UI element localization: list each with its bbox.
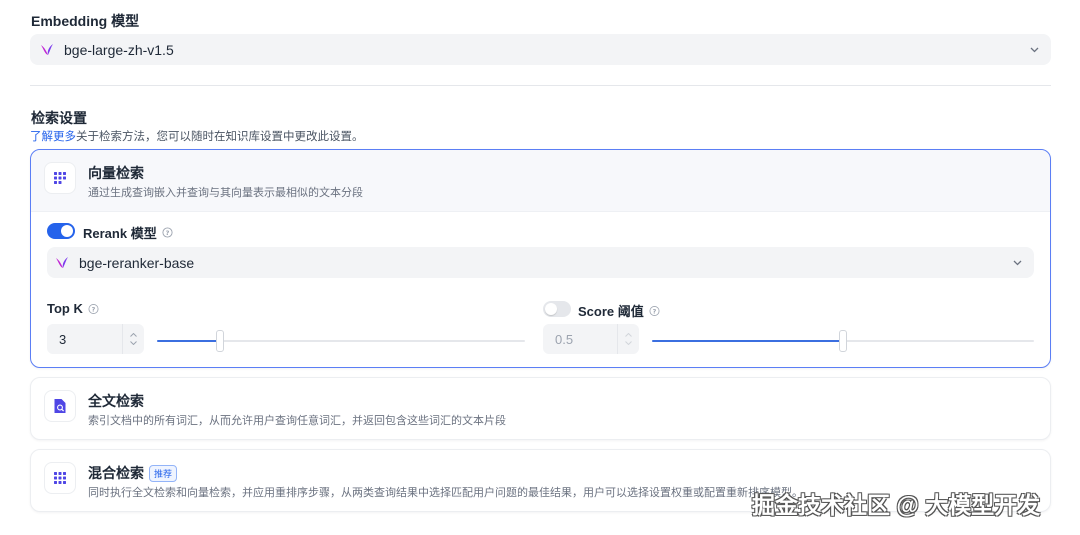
help-circle-icon[interactable]: ?: [162, 227, 173, 238]
rerank-label: Rerank 模型 ?: [83, 223, 173, 242]
hybrid-search-title-text: 混合检索: [88, 465, 144, 481]
watermark: 掘金技术社区 @ 大模型开发: [752, 492, 1041, 518]
score-threshold-toggle[interactable]: [543, 301, 571, 317]
embedding-model-value: bge-large-zh-v1.5: [64, 41, 174, 58]
svg-text:?: ?: [652, 307, 656, 315]
chevron-up-icon: [625, 333, 632, 337]
score-threshold-input[interactable]: 0.5: [543, 324, 639, 354]
grid-dots-icon: [44, 462, 76, 494]
model-logo-icon: [53, 254, 71, 272]
rerank-label-text: Rerank 模型: [83, 226, 157, 241]
fulltext-search-card[interactable]: 全文检索 索引文档中的所有词汇，从而允许用户查询任意词汇，并返回包含这些词汇的文…: [30, 377, 1051, 440]
model-logo-icon: [38, 41, 56, 59]
top-k-label: Top K ?: [47, 301, 99, 316]
fulltext-search-header[interactable]: 全文检索 索引文档中的所有词汇，从而允许用户查询任意词汇，并返回包含这些词汇的文…: [31, 378, 1050, 440]
vector-search-description: 通过生成查询嵌入并查询与其向量表示最相似的文本分段: [88, 187, 363, 199]
score-threshold-stepper[interactable]: [617, 324, 639, 354]
learn-more-link[interactable]: 了解更多: [30, 131, 76, 143]
grid-dots-icon: [44, 162, 76, 194]
embedding-title: Embedding 模型: [31, 13, 140, 29]
help-circle-icon[interactable]: ?: [649, 305, 660, 316]
retrieval-description-text: 关于检索方法，您可以随时在知识库设置中更改此设置。: [76, 131, 364, 143]
document-search-icon: [44, 390, 76, 422]
section-divider: [30, 85, 1051, 86]
retrieval-description: 了解更多关于检索方法，您可以随时在知识库设置中更改此设置。: [30, 128, 364, 144]
chevron-down-icon: [1029, 45, 1039, 55]
score-threshold-value: 0.5: [555, 332, 574, 347]
top-k-value: 3: [59, 332, 67, 347]
retrieval-title: 检索设置: [31, 110, 87, 126]
hybrid-search-description: 同时执行全文检索和向量检索，并应用重排序步骤，从两类查询结果中选择匹配用户问题的…: [88, 487, 803, 499]
slider-thumb[interactable]: [216, 330, 224, 352]
recommended-badge: 推荐: [149, 464, 178, 482]
chevron-down-icon: [130, 341, 137, 345]
top-k-stepper[interactable]: [122, 324, 144, 354]
slider-fill: [157, 340, 220, 342]
chevron-down-icon: [1012, 258, 1022, 268]
slider-thumb[interactable]: [839, 330, 847, 352]
score-threshold-label-text: Score 阈值: [578, 304, 644, 319]
rerank-toggle[interactable]: [47, 223, 75, 239]
vector-search-card[interactable]: 向量检索 通过生成查询嵌入并查询与其向量表示最相似的文本分段 Rerank 模型…: [30, 149, 1051, 368]
rerank-model-select[interactable]: bge-reranker-base: [47, 247, 1034, 278]
help-circle-icon[interactable]: ?: [88, 303, 99, 314]
vector-search-title: 向量检索: [88, 165, 144, 181]
svg-text:?: ?: [165, 229, 169, 237]
vector-search-header[interactable]: 向量检索 通过生成查询嵌入并查询与其向量表示最相似的文本分段: [31, 150, 1050, 212]
score-threshold-slider[interactable]: [652, 330, 1034, 352]
top-k-label-text: Top K: [47, 301, 83, 316]
hybrid-search-title: 混合检索 推荐: [88, 463, 178, 483]
embedding-model-select[interactable]: bge-large-zh-v1.5: [30, 34, 1051, 65]
slider-fill: [652, 340, 843, 342]
chevron-up-icon: [130, 333, 137, 337]
top-k-slider[interactable]: [157, 330, 525, 352]
rerank-model-value: bge-reranker-base: [79, 254, 195, 271]
fulltext-search-title: 全文检索: [88, 393, 144, 409]
fulltext-search-description: 索引文档中的所有词汇，从而允许用户查询任意词汇，并返回包含这些词汇的文本片段: [88, 415, 506, 427]
top-k-input[interactable]: 3: [47, 324, 144, 354]
chevron-down-icon: [625, 341, 632, 345]
svg-text:?: ?: [92, 305, 96, 313]
score-threshold-label: Score 阈值 ?: [578, 301, 660, 320]
